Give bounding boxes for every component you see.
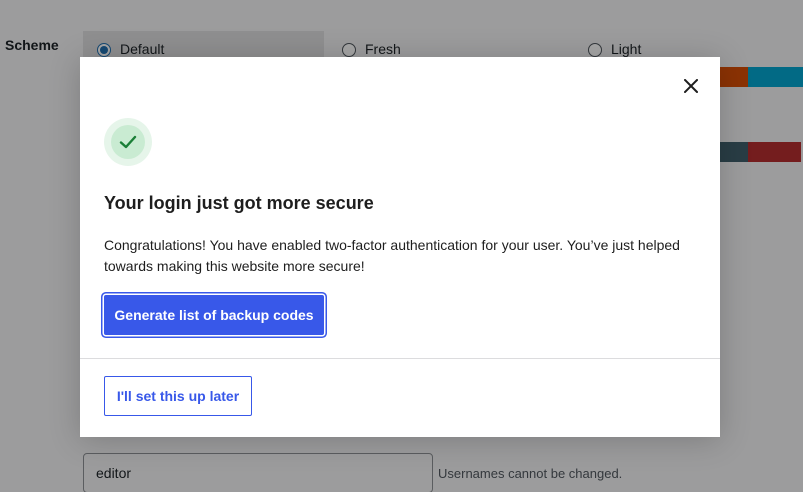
modal-title: Your login just got more secure — [104, 193, 374, 213]
close-icon[interactable] — [684, 79, 698, 93]
checkmark-icon — [119, 135, 137, 149]
close-button[interactable] — [680, 75, 702, 97]
modal-divider — [80, 358, 720, 359]
modal-body-text: Congratulations! You have enabled two-fa… — [104, 237, 680, 274]
generate-backup-codes-button[interactable]: Generate list of backup codes — [104, 295, 324, 335]
two-factor-success-modal: Your login just got more secure Congratu… — [80, 57, 720, 437]
success-badge — [104, 118, 152, 166]
setup-later-button[interactable]: I'll set this up later — [104, 376, 252, 416]
